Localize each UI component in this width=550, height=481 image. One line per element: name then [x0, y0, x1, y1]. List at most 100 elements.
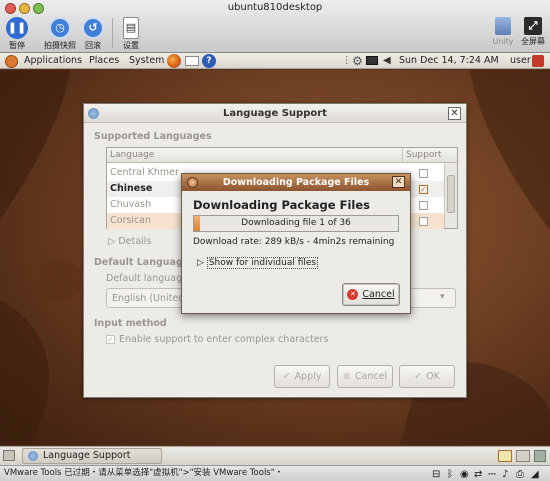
- ok-button[interactable]: ✔ OK: [399, 365, 455, 388]
- progress-text: Downloading file 1 of 36: [241, 218, 351, 228]
- download-dialog-titlebar[interactable]: Downloading Package Files ✕: [182, 174, 410, 191]
- unity-icon: [495, 17, 511, 35]
- panel-user[interactable]: user: [510, 53, 531, 69]
- menu-places[interactable]: Places: [89, 53, 119, 69]
- volume-icon[interactable]: ◀: [383, 53, 391, 69]
- apply-check-icon: ✔: [282, 371, 291, 382]
- show-desktop-icon[interactable]: [3, 450, 15, 461]
- support-checkbox[interactable]: [419, 169, 428, 178]
- details-label: Details: [118, 236, 152, 247]
- vmware-toolbar: ubuntu810desktop ❚❚ 暂停 ◷ 拍摄快照 ↺ 回滚 ▤ 设置 …: [0, 0, 550, 53]
- ok-check-icon: ✔: [414, 371, 423, 382]
- network-icon[interactable]: [366, 56, 378, 65]
- resize-grip-icon[interactable]: ◢: [531, 467, 539, 481]
- close-icon[interactable]: ✕: [448, 107, 461, 120]
- zoom-window-button[interactable]: [33, 3, 44, 14]
- apply-label: Apply: [294, 371, 322, 382]
- hdd-icon[interactable]: ⊟: [432, 467, 440, 481]
- ok-label: OK: [426, 371, 440, 382]
- usb-icon[interactable]: ⎓: [488, 467, 496, 481]
- scroll-up-arrow-icon[interactable]: [444, 148, 457, 163]
- network-adapter-icon[interactable]: ⇄: [474, 467, 482, 481]
- table-scrollbar[interactable]: [444, 163, 457, 228]
- chevron-down-icon: ▾: [440, 292, 445, 302]
- printer-icon[interactable]: ⎙: [516, 467, 524, 481]
- dialog-cancel-label: Cancel: [362, 289, 395, 300]
- apply-button[interactable]: ✔ Apply: [274, 365, 330, 388]
- scrollbar-thumb[interactable]: [447, 175, 455, 213]
- gnome-top-panel: Applications Places System ? ⋮ ⚙ ◀ Sun D…: [0, 53, 550, 69]
- cancel-button[interactable]: ⊗ Cancel: [337, 365, 393, 388]
- snapshot-label: 拍摄快照: [44, 41, 76, 50]
- pause-label: 暂停: [9, 41, 25, 50]
- download-dialog: Downloading Package Files ✕ Downloading …: [181, 173, 411, 314]
- language-name: Chuvash: [110, 199, 152, 210]
- revert-icon: ↺: [82, 17, 104, 39]
- download-dialog-title: Downloading Package Files: [222, 177, 370, 188]
- trash-icon[interactable]: [534, 450, 546, 462]
- download-progress-bar: Downloading file 1 of 36: [193, 215, 399, 232]
- individual-files-expander[interactable]: ▷ Show for individual files: [197, 257, 319, 269]
- revert-button[interactable]: ↺ 回滚: [80, 17, 106, 51]
- support-checkbox-checked[interactable]: ✓: [419, 185, 428, 194]
- close-window-button[interactable]: [5, 3, 16, 14]
- taskbar-item-label: Language Support: [43, 450, 131, 461]
- window-menu-icon[interactable]: [88, 108, 99, 119]
- vmware-status-bar: VMware Tools 已过期・请从菜单选择"虚拟机">"安装 VMware …: [0, 465, 550, 481]
- language-support-app-icon: [28, 451, 38, 461]
- sound-icon[interactable]: ♪: [502, 467, 508, 481]
- mail-icon[interactable]: [185, 56, 199, 66]
- menu-applications[interactable]: Applications: [24, 53, 82, 69]
- fullscreen-icon: ⤢: [524, 17, 542, 35]
- close-icon[interactable]: ✕: [392, 176, 405, 188]
- settings-button[interactable]: ▤ 设置: [119, 17, 143, 51]
- column-header-language[interactable]: Language: [107, 148, 403, 163]
- complex-characters-checkbox[interactable]: ✓: [106, 335, 115, 344]
- window-title: ubuntu810desktop: [227, 2, 323, 13]
- panel-clock[interactable]: Sun Dec 14, 7:24 AM: [399, 53, 499, 69]
- fullscreen-button[interactable]: ⤢ 全屏幕: [518, 17, 548, 47]
- expander-arrow-icon: ▷: [197, 258, 207, 268]
- column-header-support[interactable]: Support: [403, 148, 444, 163]
- workspace-1-icon[interactable]: [498, 450, 512, 462]
- snapshot-icon: ◷: [49, 17, 71, 39]
- cancel-icon: ⊗: [342, 371, 351, 382]
- individual-files-label: Show for individual files: [206, 257, 319, 269]
- language-name: Corsican: [110, 215, 152, 226]
- download-heading: Downloading Package Files: [193, 198, 370, 212]
- pause-icon: ❚❚: [6, 17, 28, 39]
- expander-arrow-icon: ▷: [108, 236, 119, 247]
- default-language-label: Default language: [106, 273, 188, 284]
- cd-icon[interactable]: ◉: [460, 467, 469, 481]
- pause-button[interactable]: ❚❚ 暂停: [3, 17, 31, 51]
- taskbar-item-language-support[interactable]: Language Support: [22, 448, 162, 464]
- details-expander[interactable]: ▷ Details: [108, 236, 151, 247]
- dialog-cancel-button[interactable]: ✕ Cancel: [342, 283, 400, 306]
- unity-button[interactable]: Unity: [490, 17, 516, 47]
- language-name: Chinese: [110, 183, 153, 194]
- settings-icon: ▤: [123, 17, 139, 39]
- cancel-icon: ✕: [347, 289, 359, 300]
- update-gear-icon[interactable]: ⚙: [352, 53, 363, 69]
- default-language-heading: Default Language: [94, 257, 190, 268]
- help-icon[interactable]: ?: [202, 54, 216, 68]
- language-support-titlebar[interactable]: Language Support ✕: [84, 104, 466, 123]
- vmware-tools-status[interactable]: VMware Tools 已过期・请从菜单选择"虚拟机">"安装 VMware …: [4, 468, 283, 478]
- menu-system[interactable]: System: [129, 53, 164, 69]
- workspace-2-icon[interactable]: [516, 450, 530, 462]
- firefox-icon[interactable]: [167, 54, 181, 68]
- support-checkbox[interactable]: [419, 201, 428, 210]
- snapshot-button[interactable]: ◷ 拍摄快照: [44, 17, 76, 51]
- fullscreen-label: 全屏幕: [521, 37, 545, 46]
- dialog-menu-icon[interactable]: [187, 177, 198, 188]
- gnome-bottom-panel: Language Support: [0, 446, 550, 465]
- complex-characters-option[interactable]: ✓ Enable support to enter complex charact…: [106, 334, 329, 345]
- bluetooth-icon[interactable]: ᛒ: [447, 467, 453, 481]
- download-rate-text: Download rate: 289 kB/s - 4min2s remaini…: [193, 237, 395, 247]
- toolbar-divider: [112, 18, 113, 48]
- handle-icon: ⋮: [342, 55, 352, 66]
- support-checkbox[interactable]: [419, 217, 428, 226]
- complex-characters-label: Enable support to enter complex characte…: [119, 334, 329, 345]
- minimize-window-button[interactable]: [19, 3, 30, 14]
- power-icon[interactable]: [532, 55, 544, 67]
